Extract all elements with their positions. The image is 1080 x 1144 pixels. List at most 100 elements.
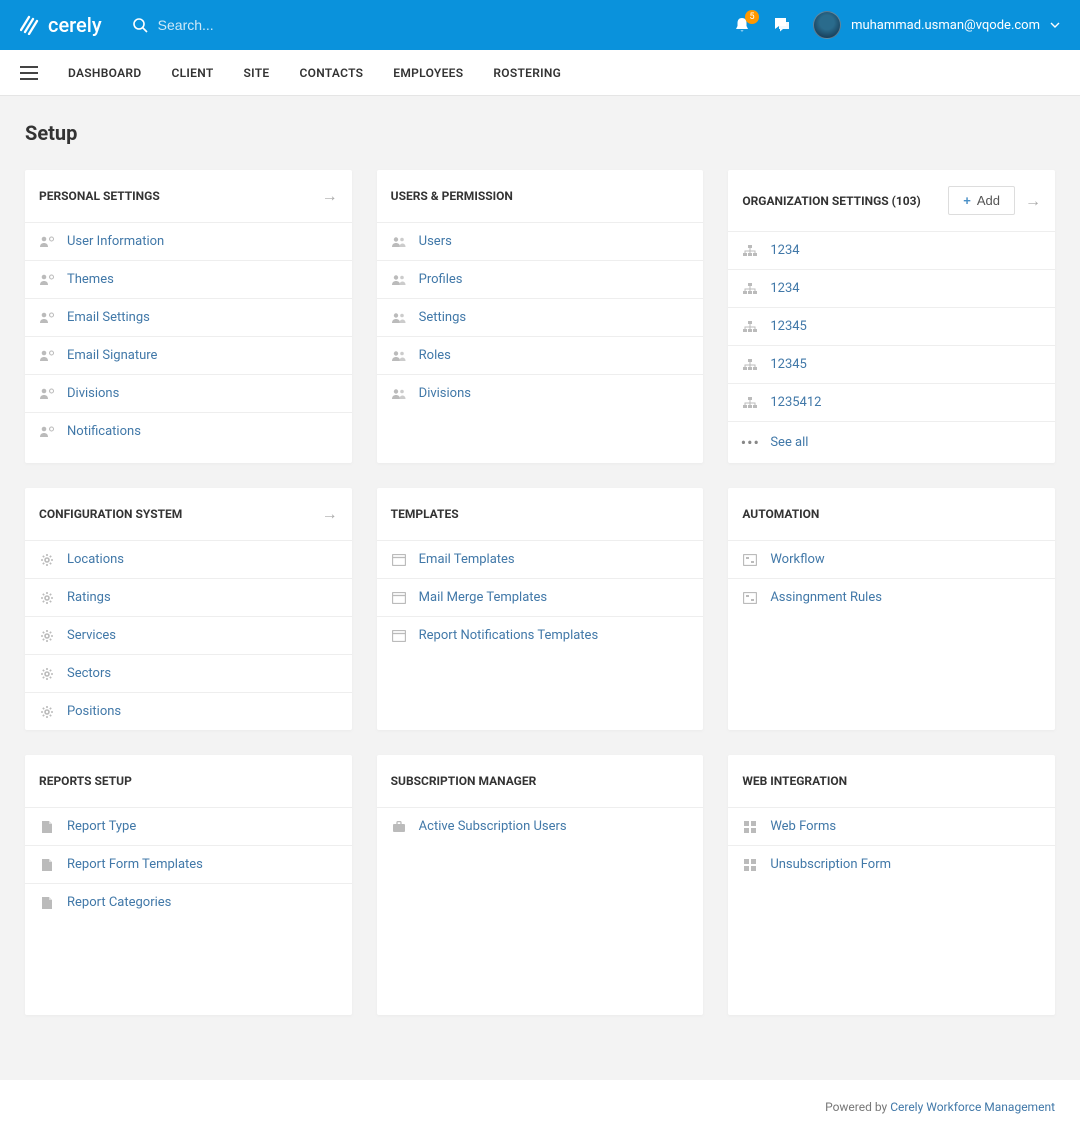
list-item[interactable]: Services (25, 616, 352, 654)
user-menu[interactable]: muhammad.usman@vqode.com (813, 11, 1060, 39)
user-gear-icon (39, 349, 55, 363)
file-icon (39, 858, 55, 872)
link-label: Users (419, 234, 452, 249)
link-label: Email Settings (67, 310, 150, 325)
card-automation: AUTOMATION Workflow Assingnment Rules (728, 488, 1055, 730)
menu-toggle[interactable] (20, 66, 38, 80)
card-header: CONFIGURATION SYSTEM → (25, 488, 352, 540)
list-item[interactable]: Themes (25, 260, 352, 298)
list-item[interactable]: 1234 (728, 231, 1055, 269)
link-label: Email Templates (419, 552, 515, 567)
list-item[interactable]: Positions (25, 692, 352, 730)
setup-grid: PERSONAL SETTINGS → User Information The… (25, 170, 1055, 1015)
list-item[interactable]: Mail Merge Templates (377, 578, 704, 616)
footer-link[interactable]: Cerely Workforce Management (890, 1100, 1055, 1114)
nav-contacts[interactable]: CONTACTS (299, 66, 363, 80)
list-item[interactable]: Ratings (25, 578, 352, 616)
card-organization-settings: ORGANIZATION SETTINGS (103) +Add → 1234 … (728, 170, 1055, 463)
list-item[interactable]: Assingnment Rules (728, 578, 1055, 616)
list-item[interactable]: 1235412 (728, 383, 1055, 421)
list-item[interactable]: Report Categories (25, 883, 352, 921)
brand-logo[interactable]: cerely (20, 13, 102, 37)
briefcase-icon (391, 821, 407, 833)
users-icon (391, 350, 407, 362)
list-item[interactable]: Workflow (728, 540, 1055, 578)
grid-icon (742, 821, 758, 833)
list-item[interactable]: Users (377, 222, 704, 260)
link-label: Active Subscription Users (419, 819, 567, 834)
user-email: muhammad.usman@vqode.com (851, 18, 1040, 33)
see-all-link[interactable]: •••See all (728, 421, 1055, 463)
list-item[interactable]: Unsubscription Form (728, 845, 1055, 883)
link-label: 12345 (770, 319, 807, 334)
card-title: TEMPLATES (391, 507, 459, 521)
automation-icon (742, 554, 758, 566)
template-icon (391, 554, 407, 566)
nav-dashboard[interactable]: DASHBOARD (68, 66, 141, 80)
nav-rostering[interactable]: ROSTERING (493, 66, 561, 80)
footer: Powered by Cerely Workforce Management (0, 1080, 1080, 1144)
gear-icon (39, 705, 55, 719)
list-item[interactable]: Sectors (25, 654, 352, 692)
link-label: Report Categories (67, 895, 171, 910)
search-icon[interactable] (132, 17, 148, 33)
brand-mark-icon (20, 15, 42, 35)
link-label: 1234 (770, 243, 799, 258)
list-item[interactable]: Report Notifications Templates (377, 616, 704, 654)
org-tree-icon (742, 397, 758, 409)
list-item[interactable]: Active Subscription Users (377, 807, 704, 845)
list-item[interactable]: 1234 (728, 269, 1055, 307)
add-button[interactable]: +Add (948, 186, 1015, 215)
nav-client[interactable]: CLIENT (171, 66, 213, 80)
nav-site[interactable]: SITE (244, 66, 270, 80)
template-icon (391, 630, 407, 642)
link-label: Web Forms (770, 819, 836, 834)
arrow-right-icon[interactable]: → (322, 186, 338, 206)
card-title: CONFIGURATION SYSTEM (39, 507, 182, 521)
link-label: Profiles (419, 272, 463, 287)
user-gear-icon (39, 425, 55, 439)
list-item[interactable]: 12345 (728, 345, 1055, 383)
notifications-button[interactable]: 5 (733, 16, 751, 34)
card-reports-setup: REPORTS SETUP Report Type Report Form Te… (25, 755, 352, 1015)
grid-icon (742, 859, 758, 871)
users-icon (391, 236, 407, 248)
list-item[interactable]: Email Settings (25, 298, 352, 336)
link-label: Notifications (67, 424, 141, 439)
user-gear-icon (39, 273, 55, 287)
card-header: USERS & PERMISSION (377, 170, 704, 222)
link-label: Email Signature (67, 348, 157, 363)
list-item[interactable]: Web Forms (728, 807, 1055, 845)
chat-icon[interactable] (773, 16, 791, 34)
arrow-right-icon[interactable]: → (322, 504, 338, 524)
link-label: Themes (67, 272, 114, 287)
list-item[interactable]: Profiles (377, 260, 704, 298)
org-tree-icon (742, 245, 758, 257)
list-item[interactable]: Report Type (25, 807, 352, 845)
link-label: Settings (419, 310, 466, 325)
automation-icon (742, 592, 758, 604)
list-item[interactable]: Email Templates (377, 540, 704, 578)
list-item[interactable]: Divisions (377, 374, 704, 412)
hamburger-icon (20, 66, 38, 80)
list-item[interactable]: User Information (25, 222, 352, 260)
card-title: SUBSCRIPTION MANAGER (391, 774, 537, 788)
list-item[interactable]: Notifications (25, 412, 352, 450)
brand-text: cerely (48, 13, 102, 37)
list-item[interactable]: Divisions (25, 374, 352, 412)
list-item[interactable]: Roles (377, 336, 704, 374)
users-icon (391, 312, 407, 324)
list-item[interactable]: Email Signature (25, 336, 352, 374)
search-input[interactable] (158, 17, 358, 33)
user-gear-icon (39, 387, 55, 401)
list-item[interactable]: 12345 (728, 307, 1055, 345)
arrow-right-icon[interactable]: → (1025, 191, 1041, 211)
nav-employees[interactable]: EMPLOYEES (393, 66, 463, 80)
list-item[interactable]: Locations (25, 540, 352, 578)
card-header: SUBSCRIPTION MANAGER (377, 755, 704, 807)
link-label: Unsubscription Form (770, 857, 891, 872)
list-item[interactable]: Report Form Templates (25, 845, 352, 883)
link-label: 1234 (770, 281, 799, 296)
list-item[interactable]: Settings (377, 298, 704, 336)
footer-prefix: Powered by (825, 1100, 890, 1114)
